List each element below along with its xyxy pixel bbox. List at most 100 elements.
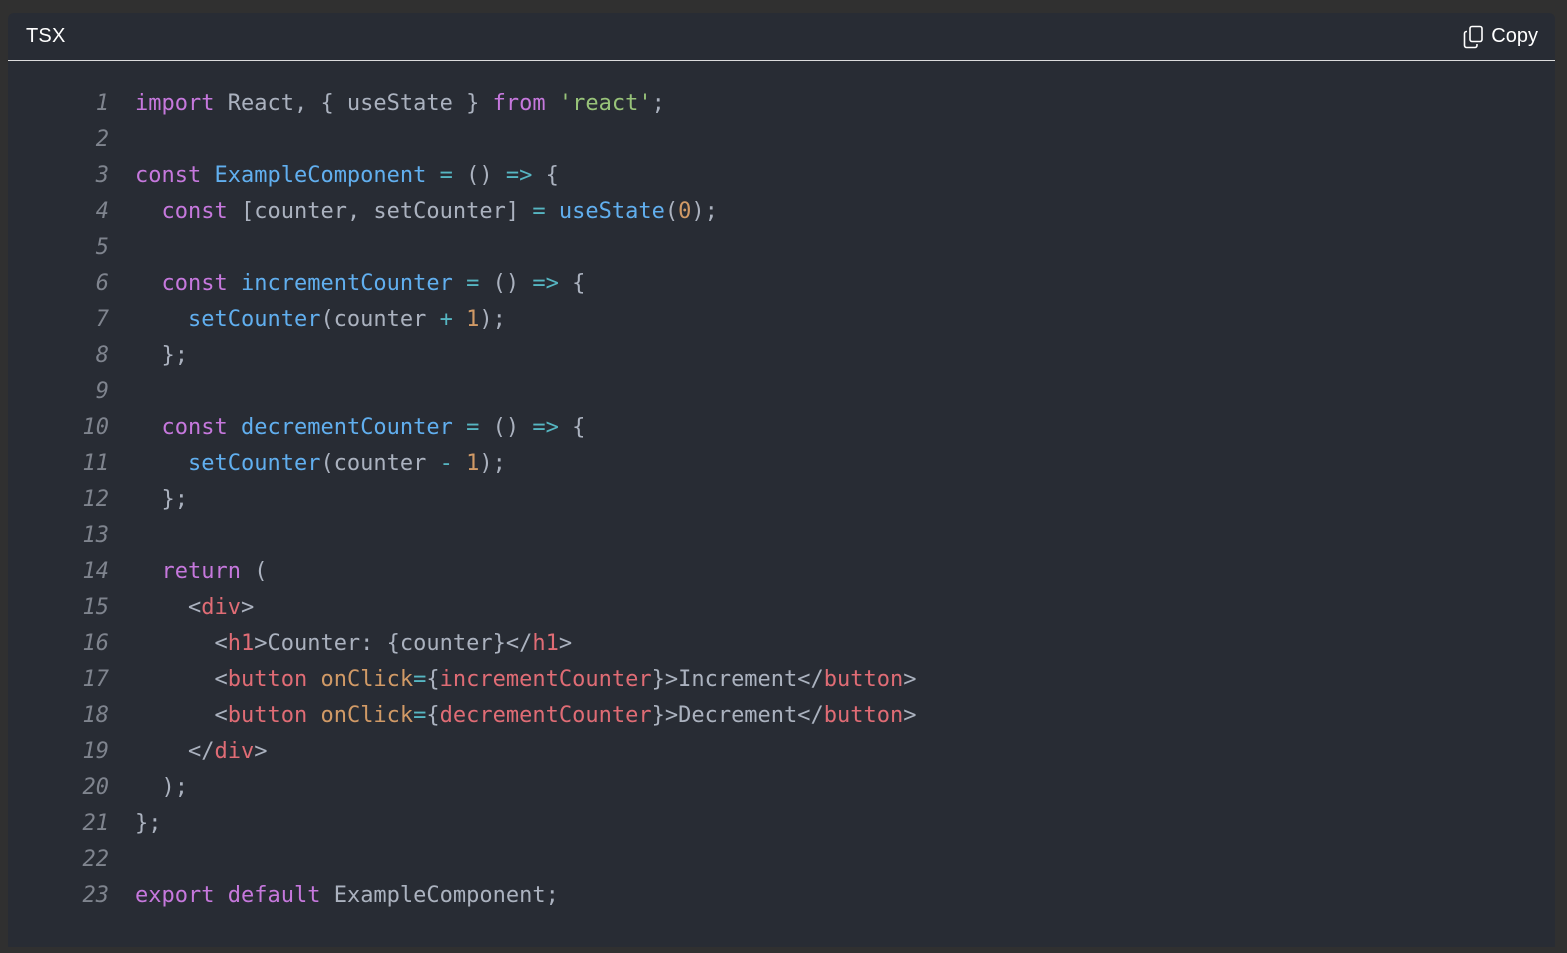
code-token: button [823, 703, 904, 728]
line-number: 17 [82, 667, 110, 692]
code-token: export [135, 883, 215, 908]
line-number: 3 [95, 163, 109, 188]
line-code: import React, { useState } from 'react'; [135, 86, 1555, 122]
code-line: 16 <h1>Counter: {counter}</h1> [8, 626, 1555, 662]
line-code: }; [135, 338, 1555, 374]
line-number: 4 [95, 199, 109, 224]
code-line: 20 ); [8, 770, 1555, 806]
code-token: < [135, 703, 228, 728]
line-number: 11 [82, 451, 110, 476]
code-token: < [135, 631, 228, 656]
line-code: setCounter(counter - 1); [135, 446, 1555, 482]
code-token: </ [135, 739, 215, 764]
line-code: <h1>Counter: {counter}</h1> [135, 626, 1555, 662]
code-token: setCounter [187, 451, 321, 476]
code-token: - [439, 451, 453, 476]
code-token: const [161, 199, 228, 224]
code-token: }; [135, 811, 162, 836]
code-token: () [479, 415, 533, 440]
code-token: { [532, 163, 559, 188]
code-token: < [135, 667, 228, 692]
code-line: 2 [8, 122, 1555, 158]
code-line: 4 const [counter, setCounter] = useState… [8, 194, 1555, 230]
code-token: ExampleComponent; [320, 883, 559, 908]
code-line: 11 setCounter(counter - 1); [8, 446, 1555, 482]
code-token: const [161, 415, 228, 440]
code-token: = [413, 667, 427, 692]
line-number: 2 [95, 127, 109, 152]
code-token: ); [135, 775, 188, 800]
line-code: }; [135, 806, 1555, 842]
code-line: 10 const decrementCounter = () => { [8, 410, 1555, 446]
code-line: 14 return ( [8, 554, 1555, 590]
code-token: React, { useState } [214, 91, 493, 116]
code-token: 0 [678, 199, 692, 224]
code-token: div [201, 595, 241, 620]
line-number: 23 [82, 883, 110, 908]
line-number: 1 [95, 91, 109, 116]
line-number: 21 [82, 811, 110, 836]
copy-button[interactable]: Copy [1463, 25, 1538, 49]
code-token: ; [651, 91, 665, 116]
code-token: > [558, 631, 573, 656]
line-number: 20 [82, 775, 110, 800]
code-line: 8 }; [8, 338, 1555, 374]
language-label: TSX [26, 25, 66, 47]
line-number: 22 [82, 847, 110, 872]
code-line: 1 import React, { useState } from 'react'… [8, 86, 1555, 122]
line-number: 13 [82, 523, 110, 548]
code-token: > [240, 595, 255, 620]
code-token: default [227, 883, 321, 908]
code-line: 3 const ExampleComponent = () => { [8, 158, 1555, 194]
code-token: > [903, 703, 917, 728]
code-token: + [439, 307, 453, 332]
code-token: (counter [320, 307, 440, 332]
code-token: = [532, 199, 546, 224]
code-line: 18 <button onClick={decrementCounter}>De… [8, 698, 1555, 734]
code-token: ); [479, 451, 506, 476]
code-line: 22 [8, 842, 1555, 878]
line-number: 16 [82, 631, 110, 656]
line-code: ); [135, 770, 1555, 806]
code-token: }; [135, 343, 188, 368]
code-line: 6 const incrementCounter = () => { [8, 266, 1555, 302]
line-number: 9 [95, 379, 109, 404]
code-token: () [479, 271, 533, 296]
line-number: 15 [82, 595, 110, 620]
code-line: 19 </div> [8, 734, 1555, 770]
line-code: const [counter, setCounter] = useState(0… [135, 194, 1555, 230]
code-token: ( [240, 559, 268, 584]
code-token: { [426, 667, 440, 692]
code-token: const [161, 271, 228, 296]
code-token: }>Increment</ [651, 667, 824, 692]
code-content[interactable]: 1 import React, { useState } from 'react'… [8, 86, 1555, 914]
line-code: const decrementCounter = () => { [135, 410, 1555, 446]
line-number: 19 [82, 739, 110, 764]
line-code: export default ExampleComponent; [135, 878, 1555, 914]
line-number: 5 [95, 235, 109, 260]
line-number: 18 [82, 703, 110, 728]
line-number: 6 [95, 271, 109, 296]
code-token: () [452, 163, 506, 188]
line-code: <div> [135, 590, 1555, 626]
line-code: return ( [135, 554, 1555, 590]
code-line: 15 <div> [8, 590, 1555, 626]
code-token: useState [558, 199, 665, 224]
code-token: decrementCounter [439, 703, 652, 728]
code-token: onClick [320, 703, 414, 728]
line-number: 14 [82, 559, 110, 584]
